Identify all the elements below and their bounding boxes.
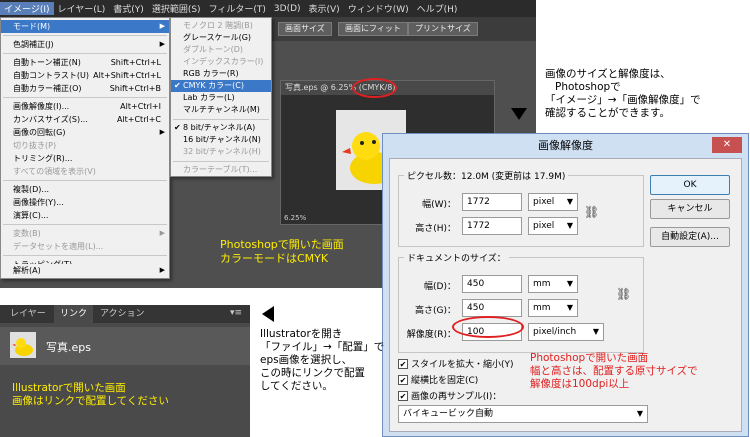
menu-bar: イメージ(I) レイヤー(L) 書式(Y) 選択範囲(S) フィルター(T) 3… (0, 0, 536, 17)
photoshop-note: Photoshopで開いた画面 カラーモードはCMYK (220, 238, 344, 265)
doc-width-unit-select[interactable]: mm ▼ (528, 275, 578, 293)
mode-rgb[interactable]: RGB カラー(R) (171, 68, 271, 80)
scale-styles-checkbox[interactable]: ✔ スタイルを拡大・縮小(Y) (398, 357, 514, 370)
menu-3d[interactable]: 3D(D) (270, 4, 305, 14)
menu-item-calculations[interactable]: 演算(C)... (1, 209, 169, 222)
menu-filter[interactable]: フィルター(T) (205, 2, 270, 15)
zoom-level: 6.25% (284, 214, 307, 222)
doc-height-label: 高さ(G)： (415, 306, 456, 316)
height-input[interactable]: 1772 (462, 217, 522, 235)
menu-item-apply-image[interactable]: 画像操作(Y)... (1, 196, 169, 209)
resolution-note: Photoshopで開いた画面 幅と高さは、配置する原寸サイズで 解像度は100… (530, 352, 698, 390)
ok-button[interactable]: OK (650, 175, 730, 195)
fit-screen-button[interactable]: 画面にフィット (338, 22, 408, 36)
doc-width-input[interactable]: 450 (462, 275, 522, 293)
width-unit-select[interactable]: pixel ▼ (528, 193, 578, 211)
mode-bitmap: モノクロ 2 階調(B) (183, 21, 253, 30)
chain-link-icon: ⛓ (616, 287, 632, 301)
resample-checkbox[interactable]: ✔ 画像の再サンプル(I)： (398, 389, 501, 402)
menu-window[interactable]: ウィンドウ(W) (344, 2, 413, 15)
chain-link-icon: ⛓ (584, 205, 600, 219)
illustrator-note: Illustratorで開いた画面 画像はリンクで配置してください (12, 382, 169, 407)
image-size-instruction: 画像のサイズと解像度は、 Photoshopで 「イメージ」→「画像解像度」で … (545, 68, 701, 119)
menu-item-auto-color[interactable]: 自動カラー補正(O) Shift+Ctrl+B (1, 82, 169, 95)
tab-layers[interactable]: レイヤー (4, 305, 52, 323)
mode-submenu: モノクロ 2 階調(B) グレースケール(G) ダブルトーン(D) インデックス… (170, 17, 272, 177)
tab-links[interactable]: リンク (54, 305, 94, 323)
menu-type[interactable]: 書式(Y) (109, 2, 148, 15)
cancel-button[interactable]: キャンセル (650, 199, 730, 219)
link-row[interactable]: 写真.eps (0, 327, 250, 365)
menu-item-crop: 切り抜き(P) (13, 141, 57, 150)
pixel-dimensions-label: ピクセル数：12.0M (変更前は 17.9M) (404, 169, 569, 182)
illustrator-links-panel: レイヤー リンク アクション ▾≡ 写真.eps (0, 305, 250, 437)
resolution-unit-select[interactable]: pixel/inch ▼ (528, 323, 604, 341)
width-label: 幅(W)： (422, 200, 456, 210)
menu-layer[interactable]: レイヤー(L) (54, 2, 110, 15)
menu-item-image-rotation[interactable]: 画像の回転(G) ▶ (1, 126, 169, 139)
width-input[interactable]: 1772 (462, 193, 522, 211)
linked-file-name: 写真.eps (46, 341, 91, 354)
menu-help[interactable]: ヘルプ(H) (413, 2, 462, 15)
checkbox-checked-icon: ✔ (398, 374, 408, 385)
menu-item-duplicate[interactable]: 複製(D)... (1, 183, 169, 196)
checkbox-checked-icon: ✔ (398, 358, 408, 369)
menu-item-auto-contrast[interactable]: 自動コントラスト(U) Alt+Shift+Ctrl+L (1, 69, 169, 82)
menu-item-trim[interactable]: トリミング(R)... (1, 152, 169, 165)
cmyk-highlight-circle (352, 78, 397, 98)
resolution-highlight-circle (452, 316, 524, 338)
constrain-proportions-checkbox[interactable]: ✔ 縦横比を固定(C) (398, 373, 478, 386)
mode-32bit: 32 bit/チャンネル(H) (183, 147, 261, 156)
mode-grayscale[interactable]: グレースケール(G) (171, 32, 271, 44)
duck-thumbnail (10, 332, 36, 358)
menu-item-variables: 変数(B) ▶ (13, 229, 165, 238)
menu-item-canvas-size[interactable]: カンバスサイズ(S)... Alt+Ctrl+C (1, 113, 169, 126)
menu-item-analysis[interactable]: 解析(A) ▶ (0, 264, 170, 279)
height-label: 高さ(H)： (415, 224, 456, 234)
auto-button[interactable]: 自動設定(A)... (650, 227, 730, 247)
resample-method-select[interactable]: バイキュービック自動 ▼ (398, 405, 648, 423)
pixel-dimensions-group (398, 175, 644, 247)
mode-cmyk[interactable]: ✔ CMYK カラー(C) (171, 80, 271, 92)
tab-actions[interactable]: アクション (94, 305, 151, 323)
doc-height-unit-select[interactable]: mm ▼ (528, 299, 578, 317)
menu-select[interactable]: 選択範囲(S) (148, 2, 205, 15)
mode-8bit[interactable]: ✔ 8 bit/チャンネル(A) (171, 122, 271, 134)
mode-indexed: インデックスカラー(I) (183, 57, 264, 66)
menu-item-adjustments[interactable]: 色調補正(J) ▶ (1, 38, 169, 51)
place-instruction: Illustratorを開き 「ファイル」→「配置」で eps画像を選択し、 こ… (260, 328, 385, 392)
menu-item-image-size[interactable]: 画像解像度(I)... Alt+Ctrl+I (1, 100, 169, 113)
mode-lab[interactable]: Lab カラー(L) (171, 92, 271, 104)
mode-16bit[interactable]: 16 bit/チャンネル(N) (171, 134, 271, 146)
menu-image[interactable]: イメージ(I) (0, 2, 54, 15)
left-arrow-icon (262, 306, 274, 322)
menu-view[interactable]: 表示(V) (305, 2, 344, 15)
down-arrow-icon (511, 108, 527, 120)
resolution-label: 解像度(R)： (406, 330, 456, 340)
menu-item-apply-data-set: データセットを適用(L)... (13, 242, 104, 251)
menu-item-reveal-all: すべての領域を表示(V) (13, 167, 96, 176)
check-icon: ✔ (174, 123, 181, 132)
mode-multichannel[interactable]: マルチチャンネル(M) (171, 104, 271, 116)
check-icon: ✔ (174, 81, 181, 90)
print-size-button[interactable]: プリントサイズ (408, 22, 478, 36)
image-menu: モード(M) ▶ 色調補正(J) ▶ 自動トーン補正(N) Shift+Ctrl+L … (0, 17, 170, 279)
checkbox-checked-icon: ✔ (398, 390, 408, 401)
screen-size-button[interactable]: 画面サイズ (278, 22, 332, 36)
doc-height-input[interactable]: 450 (462, 299, 522, 317)
document-size-label: ドキュメントのサイズ： (404, 251, 509, 264)
image-size-dialog: 画像解像度 ✕ ピクセル数：12.0M (変更前は 17.9M) 幅(W)： 1… (382, 133, 749, 437)
menu-item-auto-tone[interactable]: 自動トーン補正(N) Shift+Ctrl+L (1, 56, 169, 69)
panel-tabs: レイヤー リンク アクション (0, 305, 250, 323)
dialog-title: 画像解像度 (538, 139, 593, 152)
close-button[interactable]: ✕ (712, 137, 742, 153)
mode-duotone: ダブルトーン(D) (183, 45, 244, 54)
mode-color-table: カラーテーブル(T)... (183, 165, 258, 174)
panel-menu-icon[interactable]: ▾≡ (230, 308, 242, 318)
height-unit-select[interactable]: pixel ▼ (528, 217, 578, 235)
menu-item-mode[interactable]: モード(M) ▶ (1, 20, 169, 33)
doc-width-label: 幅(D)： (424, 282, 456, 292)
